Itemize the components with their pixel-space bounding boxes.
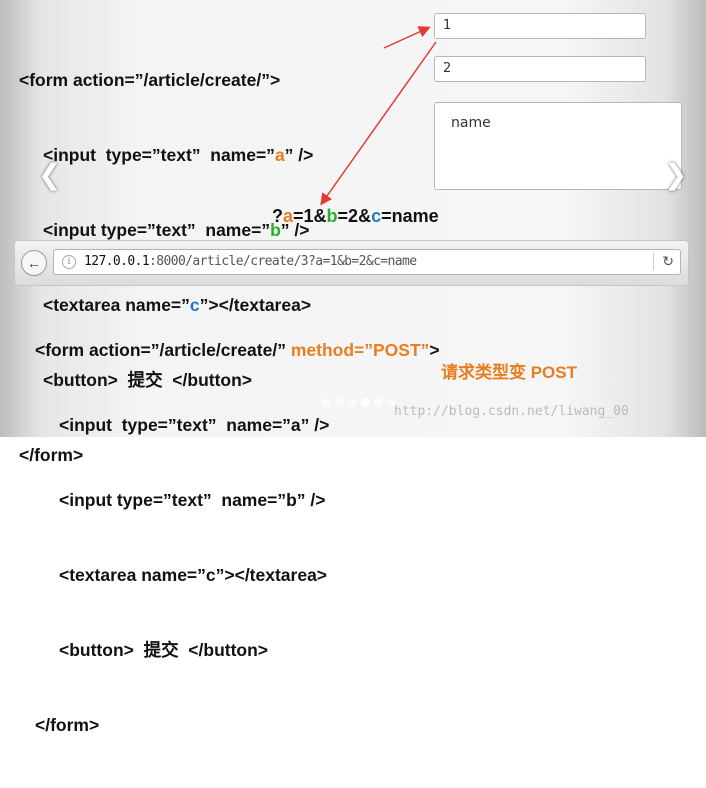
pager-dot-active[interactable]: [361, 398, 370, 407]
pager-dot[interactable]: [322, 398, 331, 407]
query-key-a: a: [283, 206, 294, 226]
post-note: 请求类型变 POST: [441, 363, 578, 382]
code-line: >: [429, 340, 440, 360]
method-post-highlight: method=”POST”: [290, 340, 430, 360]
query-part: =name: [381, 206, 439, 226]
code-line: <button> 提交 </button>: [59, 640, 269, 660]
arrow-to-query: [320, 41, 437, 206]
query-part: =1&: [293, 206, 327, 226]
query-string: ?a=1&b=2&c=name: [272, 206, 439, 227]
query-part: =2&: [337, 206, 372, 226]
pager-dot[interactable]: [335, 398, 344, 407]
pager-dot[interactable]: [374, 398, 383, 407]
pager-dot[interactable]: [348, 398, 357, 407]
url-text: 127.0.0.1:8000/article/create/3?a=1&b=2&…: [84, 254, 417, 269]
query-key-b: b: [326, 206, 338, 226]
code-line: <input type=”text” name=”b” />: [59, 490, 326, 510]
url-host: 127.0.0.1: [84, 254, 150, 269]
form-post-code: <form action=”/article/create/” method=”…: [35, 288, 440, 788]
arrow-left-icon[interactable]: ←: [21, 250, 47, 276]
query-key-c: c: [371, 206, 382, 226]
url-path: :8000/article/create/3?a=1&b=2&c=name: [149, 254, 417, 269]
address-bar[interactable]: i 127.0.0.1:8000/article/create/3?a=1&b=…: [53, 249, 681, 275]
code-line: <textarea name=”c”></textarea>: [59, 565, 328, 585]
code-line: <form action=”/article/create/”: [35, 340, 286, 360]
slide-background: <form action=”/article/create/” > <input …: [0, 0, 706, 735]
query-part: ?: [272, 206, 283, 226]
reload-icon[interactable]: ↻: [653, 253, 674, 270]
code-line: <input type=”text” name=”a” />: [59, 415, 330, 435]
watermark: http://blog.csdn.net/liwang_00: [394, 404, 629, 419]
info-icon[interactable]: i: [62, 255, 76, 269]
code-line: </form>: [35, 715, 100, 735]
slide-pager[interactable]: [320, 394, 398, 412]
browser-toolbar: ← i 127.0.0.1:8000/article/create/3?a=1&…: [14, 240, 689, 286]
arrow-to-input: [383, 26, 431, 49]
